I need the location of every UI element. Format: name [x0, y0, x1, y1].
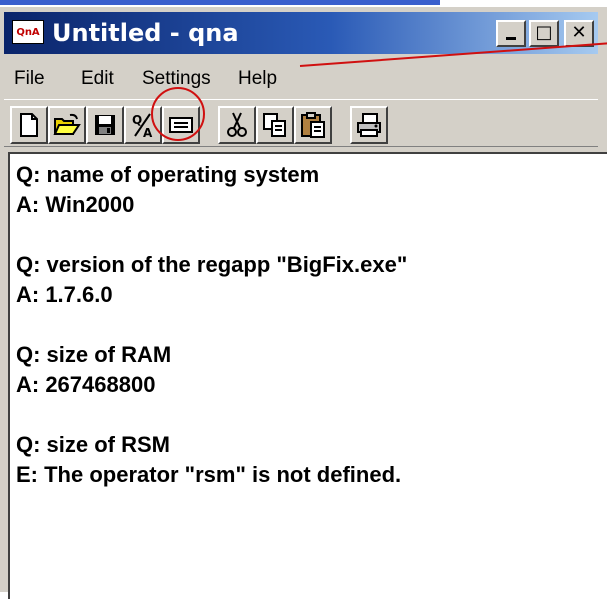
print-button[interactable]: [350, 106, 388, 144]
paste-button[interactable]: [294, 106, 332, 144]
form-button[interactable]: [162, 106, 200, 144]
title-bar[interactable]: QnA Untitled - qna □ ✕: [4, 12, 598, 54]
cut-icon: [227, 112, 247, 137]
qa-line: A: 1.7.6.0: [16, 282, 113, 307]
qna-window: QnA Untitled - qna □ ✕ File Edit Setting…: [0, 7, 607, 599]
app-icon[interactable]: QnA: [12, 20, 44, 44]
copy-icon: [263, 113, 286, 137]
menu-edit[interactable]: Edit: [81, 68, 114, 90]
save-button[interactable]: [86, 106, 124, 144]
qa-line: A: 267468800: [16, 372, 156, 397]
toolbar: Q A: [4, 99, 598, 147]
new-document-icon: [20, 113, 38, 137]
open-folder-icon: [53, 113, 81, 135]
cut-button[interactable]: [218, 106, 256, 144]
top-strip: [0, 0, 607, 7]
qa-icon: Q A: [132, 113, 153, 139]
qa-line: E: The operator "rsm" is not defined.: [16, 462, 402, 487]
qa-line: Q: size of RAM: [16, 342, 172, 367]
menu-help[interactable]: Help: [238, 68, 277, 90]
new-button[interactable]: [10, 106, 48, 144]
minimize-button[interactable]: [496, 20, 526, 47]
save-disk-icon: [95, 115, 115, 135]
qa-line: Q: version of the regapp "BigFix.exe": [16, 252, 408, 277]
qa-line: Q: size of RSM: [16, 432, 171, 457]
copy-button[interactable]: [256, 106, 294, 144]
paste-icon: [301, 112, 325, 138]
window-title: Untitled - qna: [52, 19, 239, 47]
qa-line: A: Win2000: [16, 192, 135, 217]
qa-button[interactable]: Q A: [124, 106, 162, 144]
text-editor[interactable]: Q: name of operating system A: Win2000 Q…: [8, 152, 607, 599]
print-icon: [357, 113, 381, 137]
svg-text:Q: Q: [132, 113, 142, 127]
maximize-button[interactable]: □: [529, 20, 559, 47]
qa-line: Q: name of operating system: [16, 162, 320, 187]
open-button[interactable]: [48, 106, 86, 144]
menu-settings[interactable]: Settings: [142, 68, 211, 90]
desktop-edge: [0, 0, 440, 5]
svg-text:A: A: [143, 126, 153, 139]
menu-file[interactable]: File: [14, 68, 45, 90]
form-icon: [169, 117, 193, 133]
